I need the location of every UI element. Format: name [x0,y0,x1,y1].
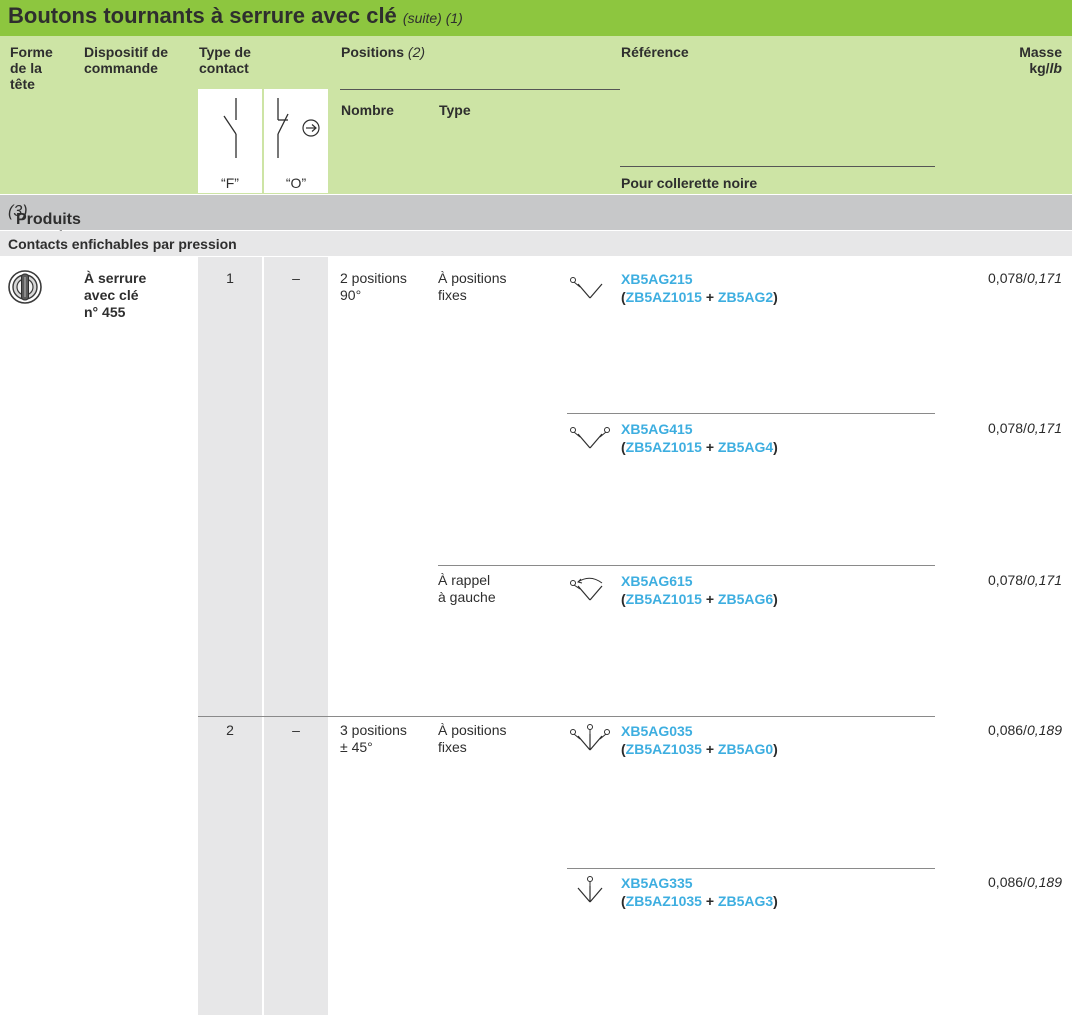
row3-type: À rappel à gauche [438,572,496,605]
key-three-positions-icon [570,724,610,751]
device-label: À serrure avec clé n° 455 [84,270,147,320]
contact-o-label: “O” [285,175,307,191]
row3-reference[interactable]: XB5AG615 (ZB5AZ1015 + ZB5AG6) [621,572,778,608]
header-forme: Forme de la tête [10,44,53,92]
key-switch-head-icon [8,270,42,304]
group-separator [198,716,935,717]
row-separator [567,868,935,869]
group1-contact-f: 1 [226,270,234,286]
header-nombre: Nombre [341,102,394,118]
group2-contact-f: 2 [226,722,234,738]
section-produits-complets: Produits complets (3) [0,195,1072,246]
row4-reference[interactable]: XB5AG035 (ZB5AZ1035 + ZB5AG0) [621,722,778,758]
group1-positions: 2 positions 90° [340,270,407,303]
row4-type: À positions fixes [438,722,507,755]
key-two-removal-icon [570,427,610,449]
header-type: Type [439,102,471,118]
header-masse: Masse kg/lb [1019,44,1062,76]
row5-mass: 0,086/0,189 [988,874,1062,890]
contact-nc-icon [277,98,320,158]
group1-contact-o: – [292,270,300,286]
title-suffix: (suite) (1) [402,10,463,26]
column-contact-o [264,257,328,1015]
header-positions: Positions (2) [341,44,426,60]
header-pour-collerette: Pour collerette noire [621,175,758,191]
contact-f-label: “F” [221,175,239,191]
header-type-contact: Type de contact [199,44,251,76]
row5-reference[interactable]: XB5AG335 (ZB5AZ1035 + ZB5AG3) [621,874,778,910]
key-center-removal-icon [577,876,603,903]
row2-mass: 0,078/0,171 [988,420,1062,436]
column-contact-f [198,257,262,1015]
contact-no-icon [223,98,237,158]
group2-contact-o: – [292,722,300,738]
subsection-contacts-enfichables: Contacts enfichables par pression [0,231,1072,256]
key-two-positions-icon [570,277,603,299]
group2-positions: 3 positions ± 45° [340,722,407,755]
row4-mass: 0,086/0,189 [988,722,1062,738]
header-reference: Référence [621,44,689,60]
row-separator [438,565,935,566]
row2-reference[interactable]: XB5AG415 (ZB5AZ1015 + ZB5AG4) [621,420,778,456]
row1-type: À positions fixes [438,270,507,303]
header-reference-rule [620,166,935,167]
page-title: Boutons tournants à serrure avec clé (su… [8,3,463,28]
header-dispositif: Dispositif de commande [84,44,169,76]
key-spring-return-icon [570,577,603,601]
row-separator [567,413,935,414]
row1-reference[interactable]: XB5AG215 (ZB5AZ1015 + ZB5AG2) [621,270,778,306]
row3-mass: 0,078/0,171 [988,572,1062,588]
header-positions-rule [340,89,620,90]
row1-mass: 0,078/0,171 [988,270,1062,286]
